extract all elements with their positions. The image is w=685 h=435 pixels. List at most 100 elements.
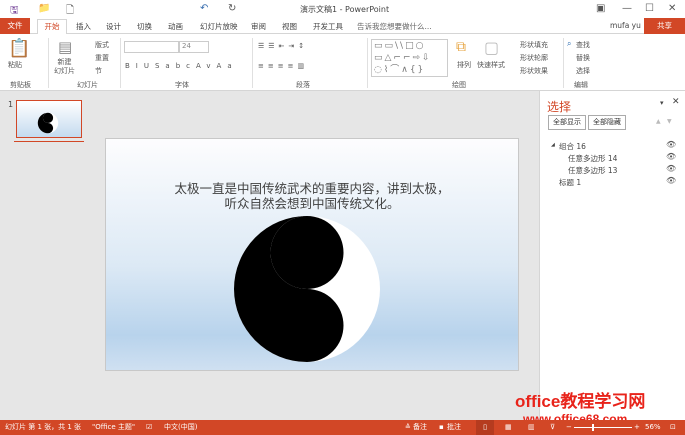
bring-forward-icon[interactable]: ▲ <box>656 118 661 125</box>
slide-thumbnail[interactable] <box>16 100 82 138</box>
tab-review[interactable]: 审阅 <box>251 21 266 32</box>
yin-yang-shape[interactable] <box>226 209 386 369</box>
spellcheck-icon[interactable]: ☑ <box>146 420 152 435</box>
zoom-level[interactable]: 56% <box>645 420 661 435</box>
shape-fill-button[interactable]: 形状填充 <box>520 40 548 50</box>
fit-slide-icon[interactable]: ⊡ <box>670 420 676 435</box>
thumbnail-indicator <box>14 141 84 142</box>
quick-styles-icon[interactable]: ▢ <box>484 38 499 57</box>
eye-icon[interactable]: 👁 <box>666 176 676 185</box>
show-all-button[interactable]: 全部显示 <box>548 115 586 130</box>
tab-view[interactable]: 视图 <box>282 21 297 32</box>
zoom-out-button[interactable]: − <box>566 420 572 435</box>
status-bar: 幻灯片 第 1 张，共 1 张 "Office 主题" ☑ 中文(中国) ≙ 备… <box>0 420 685 435</box>
pane-options-icon[interactable]: ▾ <box>660 99 664 107</box>
divider <box>252 38 253 88</box>
undo-icon[interactable]: ↶ <box>200 3 208 14</box>
arrange-icon[interactable]: ⧉ <box>456 39 466 55</box>
ribbon-options-icon[interactable]: ▣ <box>596 3 605 14</box>
list-item[interactable]: 组合 16 <box>559 141 586 152</box>
title-bar: 🖫 📁 🗋 ↶ ↻ 演示文稿1 - PowerPoint ▣ — ☐ ✕ <box>0 0 685 18</box>
list-item[interactable]: 任意多边形 13 <box>568 165 617 176</box>
close-pane-icon[interactable]: ✕ <box>672 97 680 107</box>
pane-title: 选择 <box>547 100 572 114</box>
slide-sorter-button[interactable]: ▦ <box>505 420 512 435</box>
quick-styles-button[interactable]: 快速样式 <box>477 60 505 70</box>
zoom-slider-thumb[interactable] <box>592 424 594 431</box>
paste-icon[interactable]: 📋 <box>8 38 30 59</box>
slideshow-button[interactable]: ⊽ <box>550 420 555 435</box>
tab-design[interactable]: 设计 <box>106 21 121 32</box>
zoom-in-button[interactable]: + <box>634 420 640 435</box>
normal-view-button[interactable]: ▯ <box>476 420 494 435</box>
find-button[interactable]: 查找 <box>576 40 590 50</box>
window-title: 演示文稿1 - PowerPoint <box>300 5 390 14</box>
slide-count: 幻灯片 第 1 张，共 1 张 <box>5 423 82 431</box>
group-editing: 编辑 <box>574 81 588 89</box>
arrange-button[interactable]: 排列 <box>457 60 471 70</box>
shape-effects-button[interactable]: 形状效果 <box>520 66 548 76</box>
thumbnail-number: 1 <box>8 100 14 109</box>
send-backward-icon[interactable]: ▼ <box>667 118 672 125</box>
tab-home[interactable]: 开始 <box>37 19 67 35</box>
watermark-text: office教程学习网 <box>515 392 646 411</box>
zoom-slider[interactable] <box>574 427 632 428</box>
hide-all-button[interactable]: 全部隐藏 <box>588 115 626 130</box>
select-button[interactable]: 选择 <box>576 66 590 76</box>
notes-button[interactable]: 备注 <box>413 420 427 435</box>
open-icon[interactable]: 📁 <box>38 3 50 14</box>
tab-file[interactable]: 文件 <box>0 18 30 34</box>
selection-pane: 选择 ▾ ✕ 全部显示 全部隐藏 ▲ ▼ ◢ 组合 16 任意多边形 14 任意… <box>539 91 685 420</box>
slide-text-line: 太极一直是中国传统武术的重要内容，讲到太极， <box>174 181 450 196</box>
tab-insert[interactable]: 插入 <box>76 21 91 32</box>
reading-view-button[interactable]: ▥ <box>528 420 535 435</box>
eye-icon[interactable]: 👁 <box>666 140 676 149</box>
user-name: mufa yu <box>610 21 641 30</box>
divider <box>563 38 564 88</box>
group-paragraph: 段落 <box>296 81 310 89</box>
tab-slideshow[interactable]: 幻灯片放映 <box>200 21 238 32</box>
notes-icon: ≙ <box>405 423 411 431</box>
group-clipboard: 剪贴板 <box>10 81 31 89</box>
new-slide-button[interactable]: 新建 幻灯片 <box>54 58 75 76</box>
maximize-button[interactable]: ☐ <box>645 3 654 14</box>
expand-icon[interactable]: ◢ <box>551 142 555 148</box>
tab-developer[interactable]: 开发工具 <box>313 21 343 32</box>
share-button[interactable]: 共享 <box>644 18 685 34</box>
divider <box>120 38 121 88</box>
group-slides: 幻灯片 <box>77 81 98 89</box>
list-buttons[interactable]: ☰☰⇤⇥↕ <box>258 42 308 50</box>
eye-icon[interactable]: 👁 <box>666 152 676 161</box>
tab-transitions[interactable]: 切换 <box>137 21 152 32</box>
font-size-input[interactable]: 24 <box>179 41 209 53</box>
comments-icon: ▪ <box>439 423 444 431</box>
divider <box>367 38 368 88</box>
tell-me-input[interactable]: 告诉我您想要做什么... <box>357 21 432 32</box>
slide[interactable]: 太极一直是中国传统武术的重要内容，讲到太极， 听众自然会想到中国传统文化。 <box>105 138 519 371</box>
font-name-input[interactable] <box>124 41 179 53</box>
language[interactable]: 中文(中国) <box>164 420 197 435</box>
shape-outline-button[interactable]: 形状轮廓 <box>520 53 548 63</box>
tab-animations[interactable]: 动画 <box>168 21 183 32</box>
section-button[interactable]: 节 <box>95 66 102 76</box>
divider <box>48 38 49 88</box>
list-item[interactable]: 任意多边形 14 <box>568 153 617 164</box>
font-format-buttons[interactable]: BIUSabcAvAa <box>125 62 238 70</box>
new-slide-icon[interactable]: ▤ <box>58 38 72 56</box>
minimize-button[interactable]: — <box>622 3 632 14</box>
eye-icon[interactable]: 👁 <box>666 164 676 173</box>
reset-button[interactable]: 重置 <box>95 53 109 63</box>
theme-name: "Office 主题" <box>92 423 136 431</box>
align-buttons[interactable]: ≡≡≡≡▥ <box>258 62 308 70</box>
shapes-gallery[interactable]: ▭▭\\□○ ▭△⌐⌐⇨⇩ ◌⌇⌒∧{} <box>371 39 448 77</box>
list-item[interactable]: 标题 1 <box>559 177 581 188</box>
paste-button[interactable]: 粘贴 <box>8 60 22 70</box>
replace-button[interactable]: 替换 <box>576 53 590 63</box>
slide-title[interactable]: 太极一直是中国传统武术的重要内容，讲到太极， 听众自然会想到中国传统文化。 <box>106 181 518 211</box>
group-font: 字体 <box>175 81 189 89</box>
layout-button[interactable]: 版式 <box>95 40 109 50</box>
redo-icon[interactable]: ↻ <box>228 3 236 14</box>
close-button[interactable]: ✕ <box>668 3 676 14</box>
search-icon: ⌕ <box>567 39 572 48</box>
comments-button[interactable]: 批注 <box>447 420 461 435</box>
